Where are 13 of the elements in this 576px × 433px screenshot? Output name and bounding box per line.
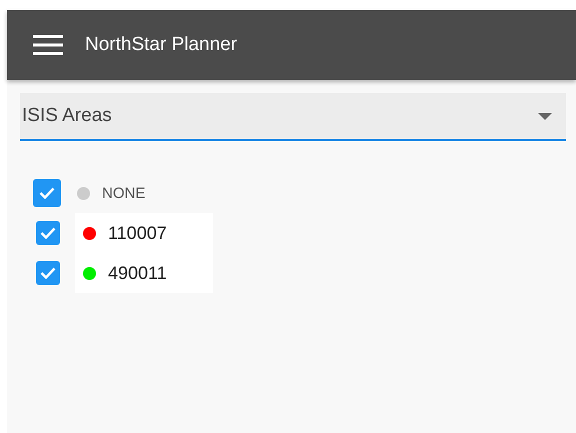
area-label: NONE xyxy=(102,184,146,202)
check-icon xyxy=(39,187,55,199)
caret-icon xyxy=(538,112,552,120)
checkbox[interactable] xyxy=(33,179,61,207)
check-icon xyxy=(40,267,56,279)
checkbox[interactable] xyxy=(36,261,60,285)
area-select[interactable]: ISIS Areas xyxy=(20,93,566,141)
menu-icon[interactable] xyxy=(33,34,63,56)
area-label: 110007 xyxy=(108,222,167,244)
area-label: 490011 xyxy=(108,262,167,284)
app-title: NorthStar Planner xyxy=(85,34,238,56)
check-icon xyxy=(40,227,56,239)
checkbox[interactable] xyxy=(36,221,60,245)
